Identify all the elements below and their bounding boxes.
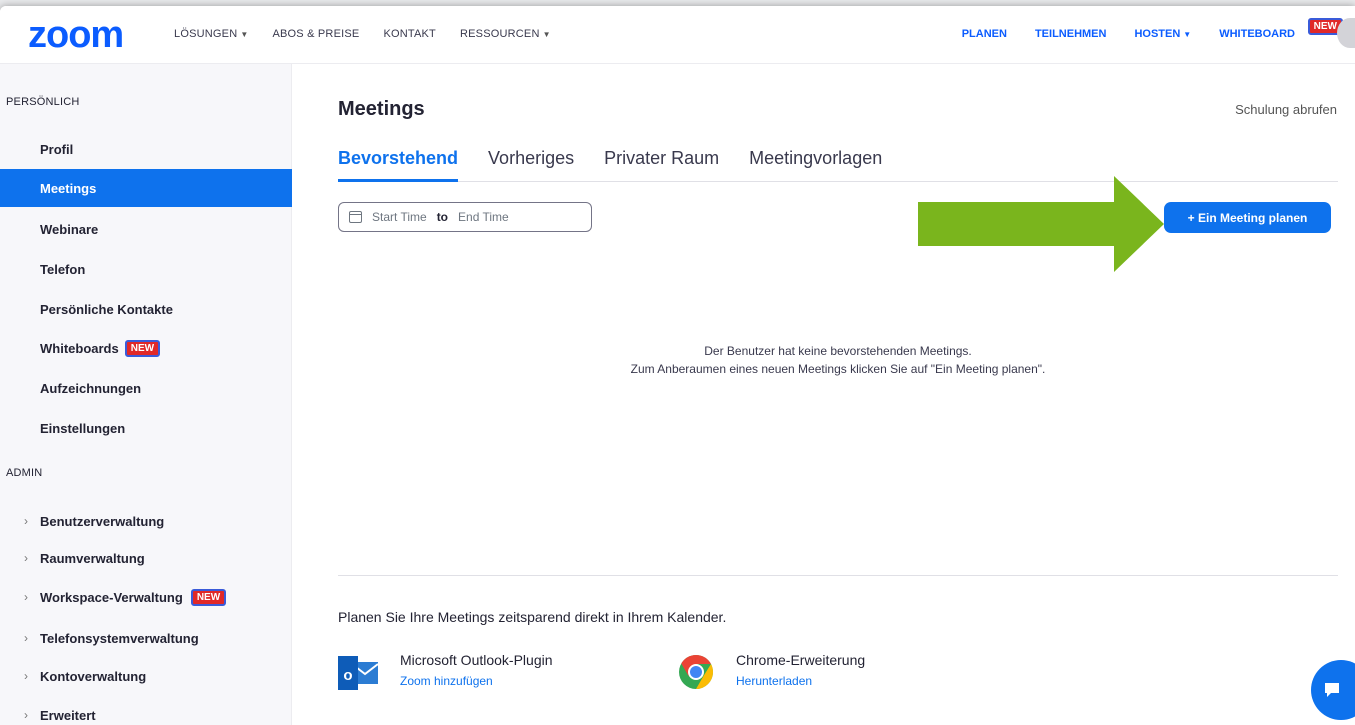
sidebar-item-label: Einstellungen (40, 420, 126, 436)
sidebar: PERSÖNLICH Profil Meetings Webinare Tele… (0, 64, 292, 725)
end-time-field[interactable]: End Time (458, 210, 509, 224)
calendar-icon (349, 211, 362, 223)
nav-kontakt[interactable]: KONTAKT (383, 28, 436, 40)
main-nav: LÖSUNGEN ▼ ABOS & PREISE KONTAKT RESSOURC… (174, 28, 575, 40)
svg-text:o: o (343, 667, 352, 684)
page-title: Meetings (338, 98, 425, 120)
main-content: Meetings Schulung abrufen Bevorstehend V… (292, 64, 1355, 725)
app-window: zoom LÖSUNGEN ▼ ABOS & PREISE KONTAKT RES… (0, 6, 1355, 725)
chevron-right-icon: › (24, 708, 28, 722)
account-nav: PLANEN TEILNEHMEN HOSTEN ▼ WHITEBOARD NEW (934, 18, 1343, 40)
sidebar-item-label: Persönliche Kontakte (40, 301, 173, 317)
nav-abos-preise[interactable]: ABOS & PREISE (272, 28, 359, 40)
sidebar-item-kontakte[interactable]: Persönliche Kontakte (0, 290, 292, 328)
divider (338, 575, 1338, 576)
sidebar-item-label: Webinare (40, 221, 99, 237)
schedule-meeting-button[interactable]: + Ein Meeting planen (1164, 202, 1331, 233)
outlook-plugin: o Microsoft Outlook-Plugin Zoom hinzufüg… (338, 652, 553, 692)
tab-vorheriges[interactable]: Vorheriges (488, 148, 574, 182)
tab-privater-raum[interactable]: Privater Raum (604, 148, 719, 182)
chrome-download-link[interactable]: Herunterladen (736, 674, 865, 688)
chat-support-button[interactable] (1311, 660, 1355, 720)
zoom-logo[interactable]: zoom (28, 14, 124, 57)
sidebar-item-label: Aufzeichnungen (40, 380, 142, 396)
sidebar-item-raumverwaltung[interactable]: › Raumverwaltung (0, 539, 292, 577)
sidebar-item-meetings[interactable]: Meetings (0, 169, 292, 207)
caret-down-icon: ▼ (542, 30, 551, 39)
sidebar-item-label: Meetings (40, 180, 97, 196)
section-personal-heading: PERSÖNLICH (6, 96, 80, 108)
section-admin-heading: ADMIN (6, 467, 43, 479)
nav-ressourcen[interactable]: RESSOURCEN ▼ (460, 28, 551, 40)
chrome-extension: Chrome-Erweiterung Herunterladen (678, 652, 865, 690)
chevron-right-icon: › (24, 669, 28, 683)
caret-down-icon: ▼ (1183, 30, 1192, 39)
top-navigation: zoom LÖSUNGEN ▼ ABOS & PREISE KONTAKT RES… (0, 6, 1355, 64)
sidebar-item-label: Telefon (40, 261, 86, 277)
date-range-picker[interactable]: Start Time to End Time (338, 202, 592, 232)
sidebar-item-telefonsystemverwaltung[interactable]: › Telefonsystemverwaltung (0, 619, 292, 657)
sidebar-item-label: Whiteboards (40, 340, 119, 356)
chat-icon (1325, 683, 1339, 697)
nav-hosten[interactable]: HOSTEN ▼ (1134, 28, 1191, 40)
sidebar-item-telefon[interactable]: Telefon (0, 250, 292, 288)
nav-loesungen[interactable]: LÖSUNGEN ▼ (174, 28, 248, 40)
chevron-right-icon: › (24, 551, 28, 565)
tab-bevorstehend[interactable]: Bevorstehend (338, 148, 459, 182)
chrome-extension-name: Chrome-Erweiterung (736, 652, 866, 668)
chevron-right-icon: › (24, 590, 28, 604)
empty-state-message: Der Benutzer hat keine bevorstehenden Me… (338, 342, 1338, 378)
meeting-tabs: Bevorstehend Vorheriges Privater Raum Me… (338, 148, 1338, 182)
calendar-integration-text: Planen Sie Ihre Meetings zeitsparend dir… (338, 609, 727, 625)
nav-teilnehmen[interactable]: TEILNEHMEN (1035, 28, 1107, 40)
training-link[interactable]: Schulung abrufen (1235, 102, 1337, 117)
chevron-right-icon: › (24, 514, 28, 528)
nav-whiteboard[interactable]: WHITEBOARD NEW (1219, 18, 1343, 40)
sidebar-item-profil[interactable]: Profil (0, 130, 292, 168)
green-arrow-annotation (918, 176, 1164, 272)
date-range-separator: to (436, 210, 449, 224)
outlook-icon: o (338, 656, 378, 690)
avatar[interactable] (1337, 18, 1355, 48)
sidebar-item-erweitert[interactable]: › Erweitert (0, 696, 292, 725)
outlook-add-link[interactable]: Zoom hinzufügen (400, 674, 553, 688)
tab-meetingvorlagen[interactable]: Meetingvorlagen (749, 148, 882, 182)
start-time-field[interactable]: Start Time (372, 210, 427, 224)
empty-state-line-1: Der Benutzer hat keine bevorstehenden Me… (704, 344, 972, 358)
sidebar-item-kontoverwaltung[interactable]: › Kontoverwaltung (0, 657, 292, 695)
chrome-icon (679, 655, 713, 689)
sidebar-item-whiteboards[interactable]: Whiteboards NEW (0, 329, 292, 367)
chevron-right-icon: › (24, 631, 28, 645)
new-badge: NEW (124, 339, 161, 357)
sidebar-item-aufzeichnungen[interactable]: Aufzeichnungen (0, 369, 292, 407)
caret-down-icon: ▼ (240, 30, 249, 39)
sidebar-item-workspace-verwaltung[interactable]: › Workspace-Verwaltung NEW (0, 578, 292, 616)
nav-planen[interactable]: PLANEN (962, 28, 1007, 40)
outlook-plugin-name: Microsoft Outlook-Plugin (400, 652, 553, 668)
sidebar-item-label: Profil (40, 141, 74, 157)
sidebar-item-benutzerverwaltung[interactable]: › Benutzerverwaltung (0, 502, 292, 540)
sidebar-item-webinare[interactable]: Webinare (0, 210, 292, 248)
empty-state-line-2: Zum Anberaumen eines neuen Meetings klic… (630, 362, 1046, 376)
sidebar-item-einstellungen[interactable]: Einstellungen (0, 409, 292, 447)
new-badge: NEW (190, 588, 227, 606)
